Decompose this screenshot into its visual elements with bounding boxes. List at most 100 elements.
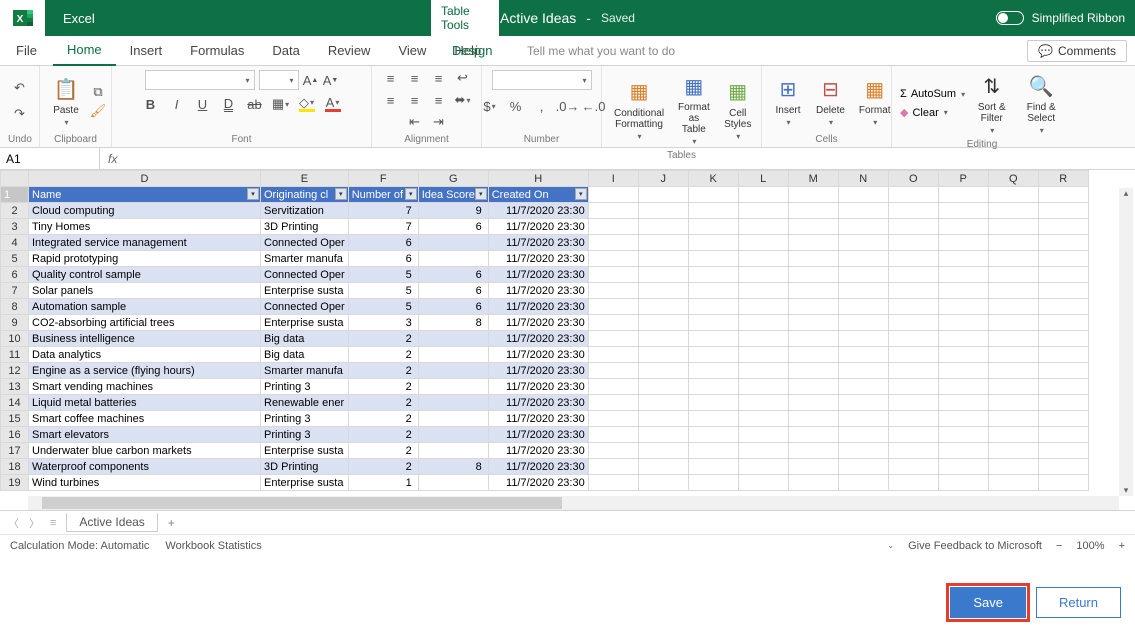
- column-header[interactable]: K: [688, 171, 738, 187]
- cell[interactable]: Printing 3: [261, 411, 349, 427]
- table-row[interactable]: 14Liquid metal batteriesRenewable ener21…: [1, 395, 1089, 411]
- filter-dropdown-icon[interactable]: ▾: [247, 188, 259, 200]
- cell[interactable]: 1: [348, 475, 418, 491]
- bold-icon[interactable]: B: [143, 96, 159, 112]
- delete-cells-button[interactable]: ⊟Delete▾: [812, 73, 849, 129]
- double-underline-icon[interactable]: D: [221, 96, 237, 112]
- cell[interactable]: 2: [348, 459, 418, 475]
- cell[interactable]: [418, 251, 488, 267]
- save-button[interactable]: Save: [950, 587, 1026, 618]
- increase-font-icon[interactable]: A▲: [303, 72, 319, 88]
- return-button[interactable]: Return: [1036, 587, 1121, 618]
- wrap-text-icon[interactable]: ↩: [455, 70, 471, 86]
- cell[interactable]: [418, 475, 488, 491]
- spreadsheet-grid[interactable]: DEFGHIJKLMNOPQR 1Name▾Originating cl▾Num…: [0, 170, 1089, 491]
- cell[interactable]: Connected Oper: [261, 267, 349, 283]
- cell[interactable]: 3D Printing: [261, 459, 349, 475]
- sort-filter-button[interactable]: ⇅Sort & Filter▾: [971, 70, 1012, 137]
- cell[interactable]: Quality control sample: [29, 267, 261, 283]
- cell[interactable]: 6: [418, 219, 488, 235]
- column-header[interactable]: G: [418, 171, 488, 187]
- cell[interactable]: 11/7/2020 23:30: [488, 427, 588, 443]
- column-header[interactable]: H: [488, 171, 588, 187]
- cell[interactable]: 2: [348, 331, 418, 347]
- cell[interactable]: Connected Oper: [261, 235, 349, 251]
- cell[interactable]: [418, 363, 488, 379]
- cell[interactable]: 2: [348, 411, 418, 427]
- zoom-out-icon[interactable]: −: [1056, 540, 1062, 552]
- italic-icon[interactable]: I: [169, 96, 185, 112]
- font-family-select[interactable]: ▾: [145, 70, 255, 90]
- filter-dropdown-icon[interactable]: ▾: [405, 188, 417, 200]
- table-row[interactable]: 9CO2-absorbing artificial treesEnterpris…: [1, 315, 1089, 331]
- underline-icon[interactable]: U: [195, 96, 211, 112]
- cell[interactable]: [418, 395, 488, 411]
- cell[interactable]: Enterprise susta: [261, 443, 349, 459]
- column-header[interactable]: I: [588, 171, 638, 187]
- feedback-link[interactable]: Give Feedback to Microsoft: [908, 540, 1042, 552]
- column-header[interactable]: F: [348, 171, 418, 187]
- cell[interactable]: Smarter manufa: [261, 363, 349, 379]
- cell[interactable]: Liquid metal batteries: [29, 395, 261, 411]
- cell[interactable]: 2: [348, 363, 418, 379]
- column-header[interactable]: M: [788, 171, 838, 187]
- column-header[interactable]: E: [261, 171, 349, 187]
- row-header[interactable]: 18: [1, 459, 29, 475]
- cell[interactable]: 2: [348, 347, 418, 363]
- table-row[interactable]: 11Data analyticsBig data211/7/2020 23:30: [1, 347, 1089, 363]
- cell[interactable]: Engine as a service (flying hours): [29, 363, 261, 379]
- name-box[interactable]: A1: [0, 148, 100, 169]
- currency-icon[interactable]: $▾: [482, 98, 498, 114]
- table-row[interactable]: 2Cloud computingServitization7911/7/2020…: [1, 203, 1089, 219]
- cell[interactable]: 2: [348, 443, 418, 459]
- cell[interactable]: Printing 3: [261, 427, 349, 443]
- table-header-score[interactable]: Idea Score▾: [418, 187, 488, 203]
- cell[interactable]: Smart elevators: [29, 427, 261, 443]
- vertical-scrollbar[interactable]: [1119, 188, 1133, 496]
- cell[interactable]: 6: [418, 267, 488, 283]
- border-icon[interactable]: ▦▾: [273, 96, 289, 112]
- cell[interactable]: Enterprise susta: [261, 283, 349, 299]
- cell[interactable]: Smart coffee machines: [29, 411, 261, 427]
- cell[interactable]: 11/7/2020 23:30: [488, 299, 588, 315]
- workbook-stats[interactable]: Workbook Statistics: [165, 540, 261, 552]
- table-header-name[interactable]: Name▾: [29, 187, 261, 203]
- row-header[interactable]: 1: [1, 187, 29, 203]
- add-sheet-icon[interactable]: +: [168, 516, 175, 530]
- tab-home[interactable]: Home: [53, 36, 116, 66]
- cell[interactable]: 7: [348, 203, 418, 219]
- filter-dropdown-icon[interactable]: ▾: [335, 188, 347, 200]
- cell[interactable]: 11/7/2020 23:30: [488, 315, 588, 331]
- cell[interactable]: [418, 427, 488, 443]
- cell[interactable]: Smart vending machines: [29, 379, 261, 395]
- increase-decimal-icon[interactable]: .0→: [560, 98, 576, 114]
- align-bottom-icon[interactable]: ≡: [431, 70, 447, 86]
- cell[interactable]: 11/7/2020 23:30: [488, 459, 588, 475]
- cell[interactable]: 9: [418, 203, 488, 219]
- cell[interactable]: 6: [348, 235, 418, 251]
- column-header[interactable]: D: [29, 171, 261, 187]
- cell[interactable]: 11/7/2020 23:30: [488, 267, 588, 283]
- row-header[interactable]: 10: [1, 331, 29, 347]
- font-size-select[interactable]: ▾: [259, 70, 299, 90]
- table-row[interactable]: 15Smart coffee machinesPrinting 3211/7/2…: [1, 411, 1089, 427]
- cell[interactable]: [418, 331, 488, 347]
- column-header[interactable]: R: [1038, 171, 1088, 187]
- cell[interactable]: 8: [418, 459, 488, 475]
- cell[interactable]: 11/7/2020 23:30: [488, 235, 588, 251]
- cell[interactable]: [418, 443, 488, 459]
- cell[interactable]: Enterprise susta: [261, 315, 349, 331]
- table-row[interactable]: 8Automation sampleConnected Oper5611/7/2…: [1, 299, 1089, 315]
- cell[interactable]: 3: [348, 315, 418, 331]
- table-row[interactable]: 6Quality control sampleConnected Oper561…: [1, 267, 1089, 283]
- conditional-formatting-button[interactable]: ▦Conditional Formatting▾: [610, 76, 668, 143]
- cell[interactable]: 3D Printing: [261, 219, 349, 235]
- cell[interactable]: Enterprise susta: [261, 475, 349, 491]
- cell[interactable]: 11/7/2020 23:30: [488, 379, 588, 395]
- table-header-orig[interactable]: Originating cl▾: [261, 187, 349, 203]
- cell[interactable]: Servitization: [261, 203, 349, 219]
- undo-icon[interactable]: ↶: [12, 80, 28, 96]
- cell[interactable]: 8: [418, 315, 488, 331]
- calc-mode[interactable]: Calculation Mode: Automatic: [10, 540, 149, 552]
- decrease-decimal-icon[interactable]: ←.0: [586, 98, 602, 114]
